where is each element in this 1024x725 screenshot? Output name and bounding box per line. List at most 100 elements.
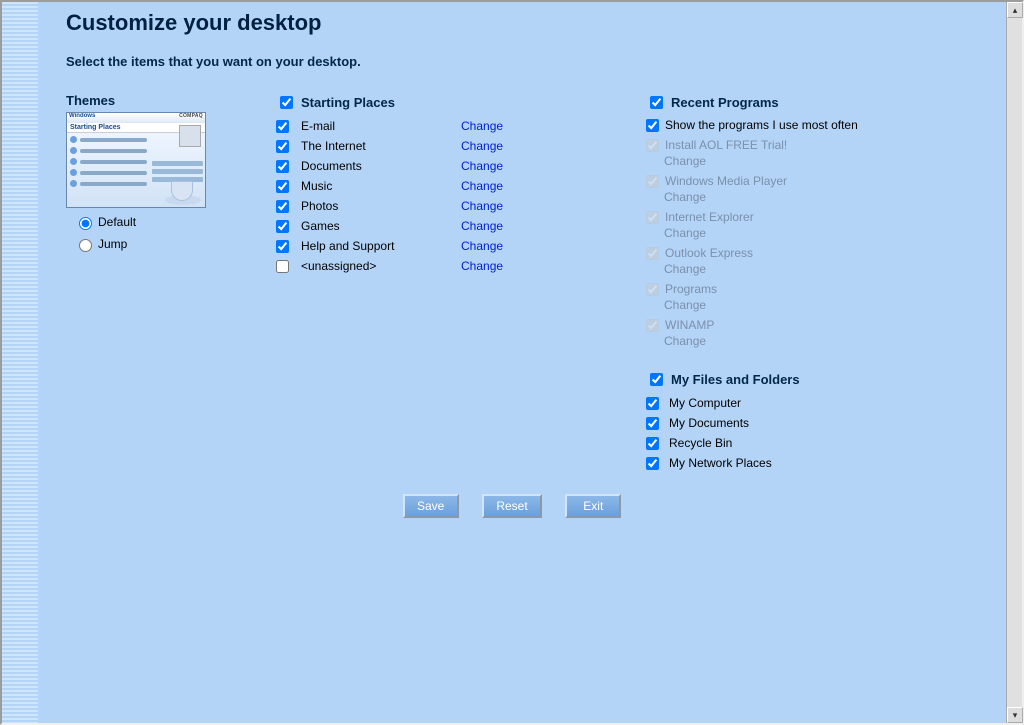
change-link[interactable]: Change — [461, 259, 503, 273]
decorative-stripe — [2, 2, 38, 723]
recent-program-item: Windows Media Player Change — [646, 172, 1002, 206]
starting-place-label: Photos — [301, 199, 461, 213]
recent-program-label: Outlook Express — [665, 246, 753, 260]
files-item-label: My Computer — [669, 396, 741, 410]
change-link[interactable]: Change — [461, 119, 503, 133]
starting-place-checkbox[interactable] — [276, 160, 289, 173]
starting-place-checkbox[interactable] — [276, 200, 289, 213]
recent-programs-master-checkbox[interactable] — [650, 96, 663, 109]
theme-thumbnail[interactable]: Windows COMPAQ Starting Places — [66, 112, 206, 208]
change-link[interactable]: Change — [461, 159, 503, 173]
vertical-scrollbar[interactable]: ▴ ▾ — [1006, 2, 1022, 723]
files-folders-heading: My Files and Folders — [671, 372, 800, 387]
starting-place-label: The Internet — [301, 139, 461, 153]
files-item: Recycle Bin — [646, 433, 1002, 453]
reset-button[interactable]: Reset — [482, 494, 541, 518]
files-item: My Documents — [646, 413, 1002, 433]
page-subtitle: Select the items that you want on your d… — [66, 54, 1002, 69]
recent-program-checkbox — [646, 139, 659, 152]
recent-program-item: Internet Explorer Change — [646, 208, 1002, 242]
theme-option: Default — [74, 214, 236, 230]
starting-place-checkbox[interactable] — [276, 240, 289, 253]
files-item-checkbox[interactable] — [646, 397, 659, 410]
change-link: Change — [664, 226, 1002, 242]
starting-place-item: MusicChange — [276, 176, 606, 196]
starting-place-item: DocumentsChange — [276, 156, 606, 176]
starting-place-item: <unassigned>Change — [276, 256, 606, 276]
recent-program-item: Install AOL FREE Trial! Change — [646, 136, 1002, 170]
files-folders-section: My Files and Folders My Computer My Docum… — [646, 370, 1002, 473]
recent-program-label: Programs — [665, 282, 717, 296]
files-item-label: My Documents — [669, 416, 749, 430]
starting-places-section: Starting Places E-mailChangeThe Internet… — [276, 93, 606, 276]
change-link: Change — [664, 334, 1002, 350]
starting-place-checkbox[interactable] — [276, 120, 289, 133]
recent-programs-section: Recent Programs Show the programs I use … — [646, 93, 1002, 350]
scroll-down-button[interactable]: ▾ — [1007, 707, 1023, 723]
starting-place-item: GamesChange — [276, 216, 606, 236]
recent-programs-heading: Recent Programs — [671, 95, 779, 110]
show-most-used-checkbox[interactable] — [646, 119, 659, 132]
recent-program-checkbox — [646, 283, 659, 296]
starting-place-label: Help and Support — [301, 239, 461, 253]
save-button[interactable]: Save — [403, 494, 459, 518]
starting-places-master-checkbox[interactable] — [280, 96, 293, 109]
change-link: Change — [664, 262, 1002, 278]
starting-place-label: <unassigned> — [301, 259, 461, 273]
page-title: Customize your desktop — [66, 10, 1002, 36]
starting-place-item: Help and SupportChange — [276, 236, 606, 256]
change-link[interactable]: Change — [461, 139, 503, 153]
recent-program-label: Install AOL FREE Trial! — [665, 138, 787, 152]
theme-option: Jump — [74, 236, 236, 252]
change-link[interactable]: Change — [461, 179, 503, 193]
recent-program-checkbox — [646, 211, 659, 224]
thumb-brand-left: Windows — [69, 113, 95, 119]
change-link: Change — [664, 154, 1002, 170]
recent-program-label: WINAMP — [665, 318, 714, 332]
change-link[interactable]: Change — [461, 219, 503, 233]
files-item-checkbox[interactable] — [646, 457, 659, 470]
recent-program-item: Programs Change — [646, 280, 1002, 314]
button-row: Save Reset Exit — [2, 494, 1022, 518]
starting-place-item: The InternetChange — [276, 136, 606, 156]
starting-place-checkbox[interactable] — [276, 260, 289, 273]
change-link[interactable]: Change — [461, 239, 503, 253]
change-link: Change — [664, 298, 1002, 314]
theme-option-label: Default — [98, 215, 136, 229]
recent-program-checkbox — [646, 247, 659, 260]
recent-program-label: Windows Media Player — [665, 174, 787, 188]
recent-program-item: WINAMP Change — [646, 316, 1002, 350]
files-item-checkbox[interactable] — [646, 437, 659, 450]
starting-place-label: Documents — [301, 159, 461, 173]
thumb-brand-right: COMPAQ — [179, 113, 203, 119]
starting-place-checkbox[interactable] — [276, 220, 289, 233]
starting-place-item: E-mailChange — [276, 116, 606, 136]
starting-place-label: E-mail — [301, 119, 461, 133]
recent-program-label: Internet Explorer — [665, 210, 754, 224]
recent-program-checkbox — [646, 319, 659, 332]
themes-heading: Themes — [66, 93, 236, 108]
scroll-up-button[interactable]: ▴ — [1007, 2, 1023, 18]
starting-place-label: Music — [301, 179, 461, 193]
files-item-checkbox[interactable] — [646, 417, 659, 430]
files-item: My Computer — [646, 393, 1002, 413]
themes-section: Themes Windows COMPAQ Starting Places — [66, 93, 236, 252]
starting-place-label: Games — [301, 219, 461, 233]
exit-button[interactable]: Exit — [565, 494, 621, 518]
theme-option-label: Jump — [98, 237, 127, 251]
files-item: My Network Places — [646, 453, 1002, 473]
change-link[interactable]: Change — [461, 199, 503, 213]
starting-place-checkbox[interactable] — [276, 180, 289, 193]
starting-place-item: PhotosChange — [276, 196, 606, 216]
starting-place-checkbox[interactable] — [276, 140, 289, 153]
change-link: Change — [664, 190, 1002, 206]
files-item-label: Recycle Bin — [669, 436, 732, 450]
recent-program-checkbox — [646, 175, 659, 188]
files-item-label: My Network Places — [669, 456, 772, 470]
theme-radio[interactable] — [79, 217, 92, 230]
show-most-used-label: Show the programs I use most often — [665, 118, 858, 132]
starting-places-heading: Starting Places — [301, 95, 395, 110]
files-folders-master-checkbox[interactable] — [650, 373, 663, 386]
theme-radio[interactable] — [79, 239, 92, 252]
recent-program-item: Outlook Express Change — [646, 244, 1002, 278]
